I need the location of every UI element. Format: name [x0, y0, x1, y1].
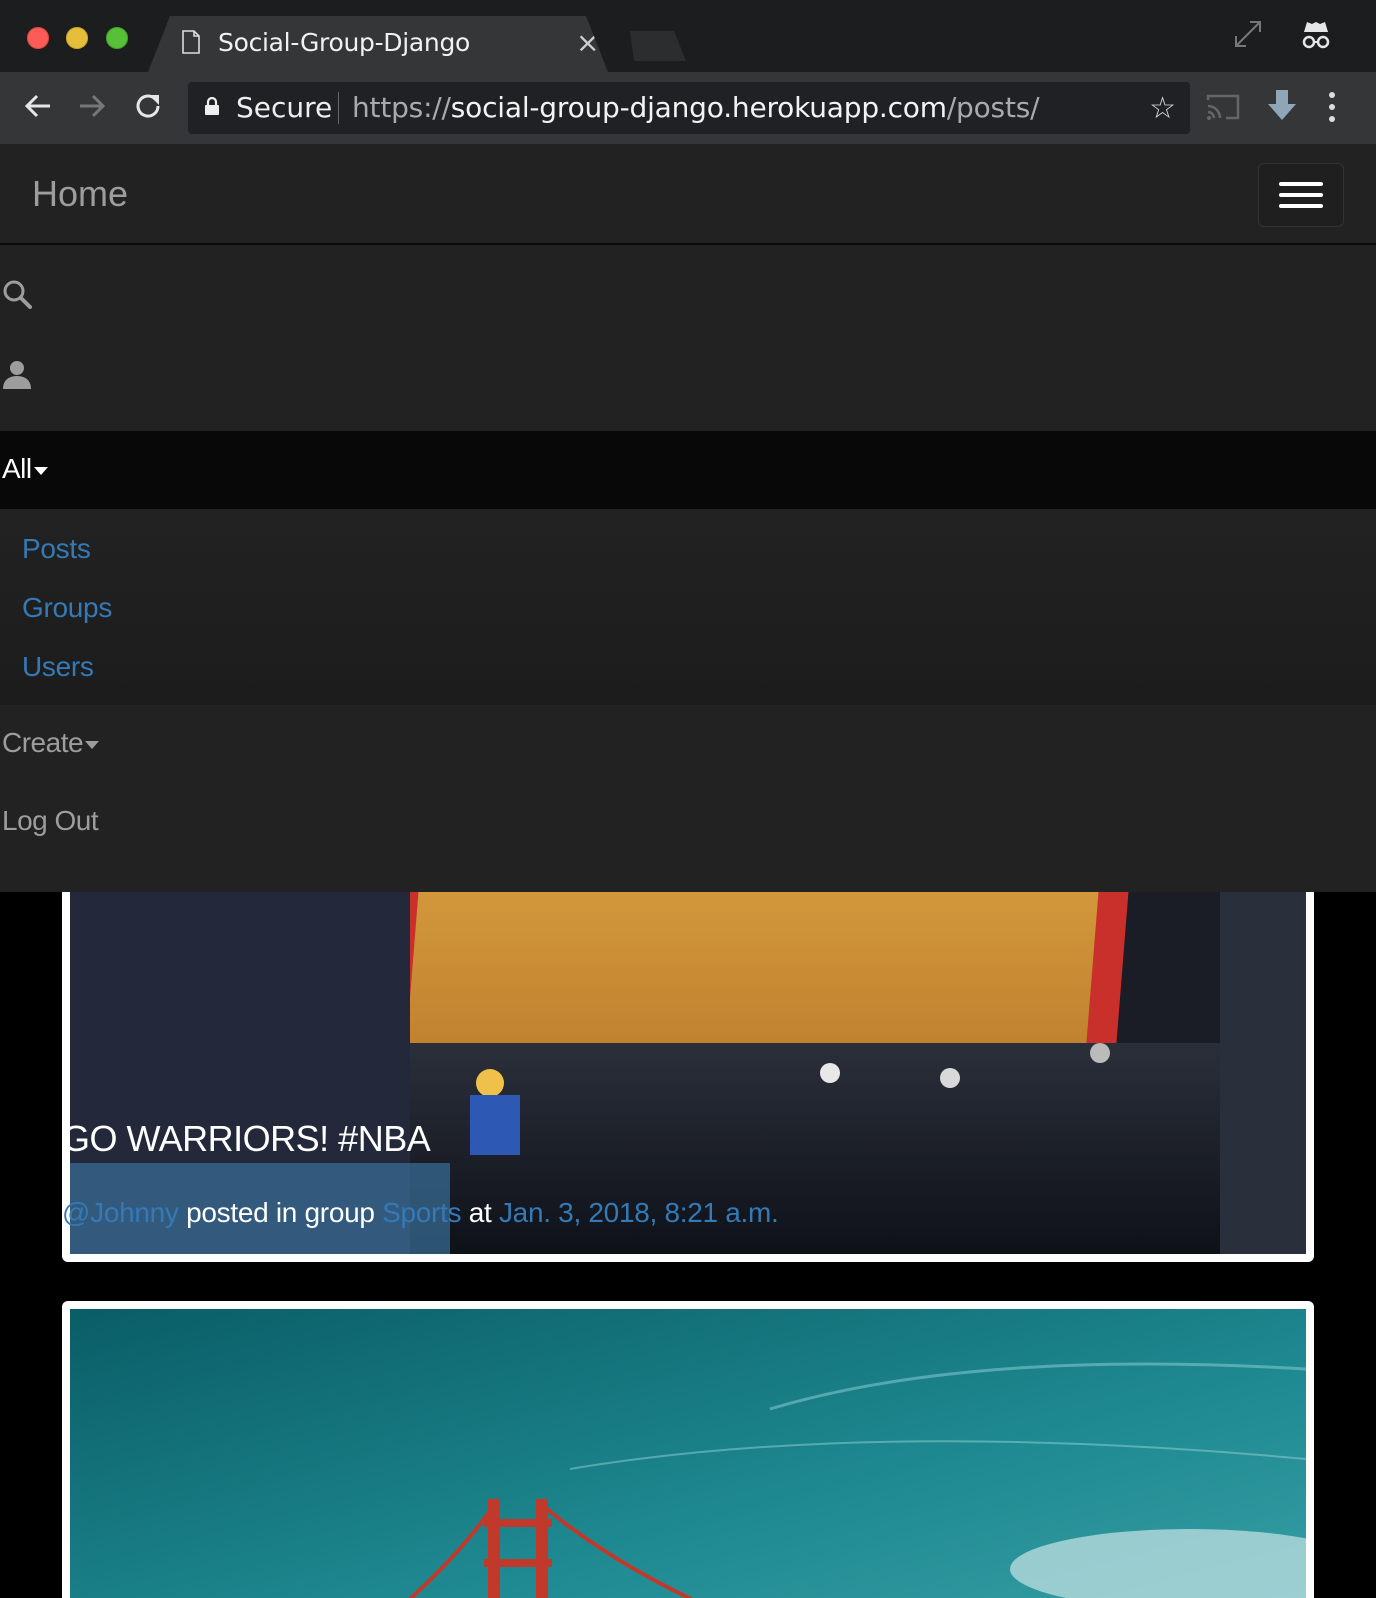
page-viewport: GO WARRIORS! #NBA @Johnny posted in grou… [0, 145, 1376, 1598]
download-icon[interactable] [1266, 88, 1298, 124]
dropdown-item-groups[interactable]: Groups [22, 592, 112, 624]
forward-button[interactable] [72, 86, 112, 126]
user-icon [3, 361, 31, 389]
all-label-text: All [2, 453, 32, 484]
dropdown-item-users[interactable]: Users [22, 651, 94, 683]
reload-icon [136, 94, 160, 118]
post-timestamp-link[interactable]: Jan. 3, 2018, 8:21 a.m. [499, 1197, 779, 1228]
back-button[interactable] [18, 86, 58, 126]
fullscreen-icon[interactable] [1232, 18, 1264, 50]
tab-title: Social-Group-Django [218, 28, 471, 57]
post-image-frame [62, 1301, 1314, 1598]
address-separator [338, 92, 339, 124]
post-meta: @Johnny posted in group Sports at Jan. 3… [62, 1197, 779, 1229]
browser-toolbar: Secure https://social-group-django.herok… [0, 72, 1376, 145]
url-path: /posts/ [946, 91, 1040, 124]
all-dropdown-menu: Posts Groups Users [0, 509, 1376, 705]
hamburger-icon [1279, 193, 1323, 197]
post-group-link[interactable]: Sports [382, 1197, 461, 1228]
navbar-toggle-button[interactable] [1258, 163, 1344, 227]
url-text[interactable]: https://social-group-django.herokuapp.co… [352, 91, 1040, 124]
golden-gate-bridge-photo [70, 1309, 1306, 1598]
site-navbar: Home [0, 145, 1376, 245]
posted-in-text: posted in group [178, 1197, 383, 1228]
search-icon [3, 280, 32, 309]
post-author-link[interactable]: @Johnny [62, 1197, 179, 1228]
all-dropdown-toggle[interactable]: All [0, 431, 1376, 509]
close-window-button[interactable] [27, 27, 49, 49]
caret-down-icon [85, 740, 100, 749]
minimize-window-button[interactable] [66, 27, 88, 49]
document-icon [182, 30, 200, 54]
lock-icon [205, 97, 219, 115]
hamburger-icon [1279, 182, 1323, 186]
dropdown-item-posts[interactable]: Posts [22, 533, 91, 565]
brand-home-link[interactable]: Home [32, 173, 128, 215]
browser-titlebar: Social-Group-Django × [0, 0, 1376, 72]
back-arrow-icon [24, 94, 50, 118]
profile-nav-item[interactable] [0, 331, 1376, 409]
forward-arrow-icon [80, 94, 106, 118]
more-menu-icon[interactable] [1326, 90, 1338, 126]
new-tab-button[interactable] [630, 31, 686, 61]
reload-button[interactable] [128, 86, 168, 126]
post-image[interactable] [70, 1309, 1306, 1598]
create-dropdown-toggle[interactable]: Create [2, 727, 100, 759]
url-scheme: https:// [352, 91, 451, 124]
create-label-text: Create [2, 727, 84, 758]
bookmark-star-icon[interactable]: ☆ [1149, 91, 1176, 126]
cast-icon[interactable] [1206, 92, 1240, 122]
all-dropdown-label: All [2, 453, 48, 485]
caret-down-icon [33, 466, 48, 475]
tab-close-icon[interactable]: × [576, 26, 599, 59]
hamburger-icon [1279, 204, 1323, 208]
navbar-collapse-menu: All Posts Groups Users Create Log Out [0, 245, 1376, 892]
post-title: GO WARRIORS! #NBA [62, 1118, 431, 1159]
logout-link[interactable]: Log Out [2, 805, 99, 837]
incognito-icon [1302, 22, 1330, 49]
secure-label: Secure [236, 91, 333, 124]
url-host: social-group-django.herokuapp.com [450, 91, 947, 124]
at-text: at [461, 1197, 499, 1228]
search-nav-item[interactable] [0, 253, 1376, 331]
maximize-window-button[interactable] [106, 27, 128, 49]
address-bar[interactable]: Secure https://social-group-django.herok… [188, 82, 1190, 134]
browser-tab[interactable]: Social-Group-Django × [148, 16, 608, 72]
